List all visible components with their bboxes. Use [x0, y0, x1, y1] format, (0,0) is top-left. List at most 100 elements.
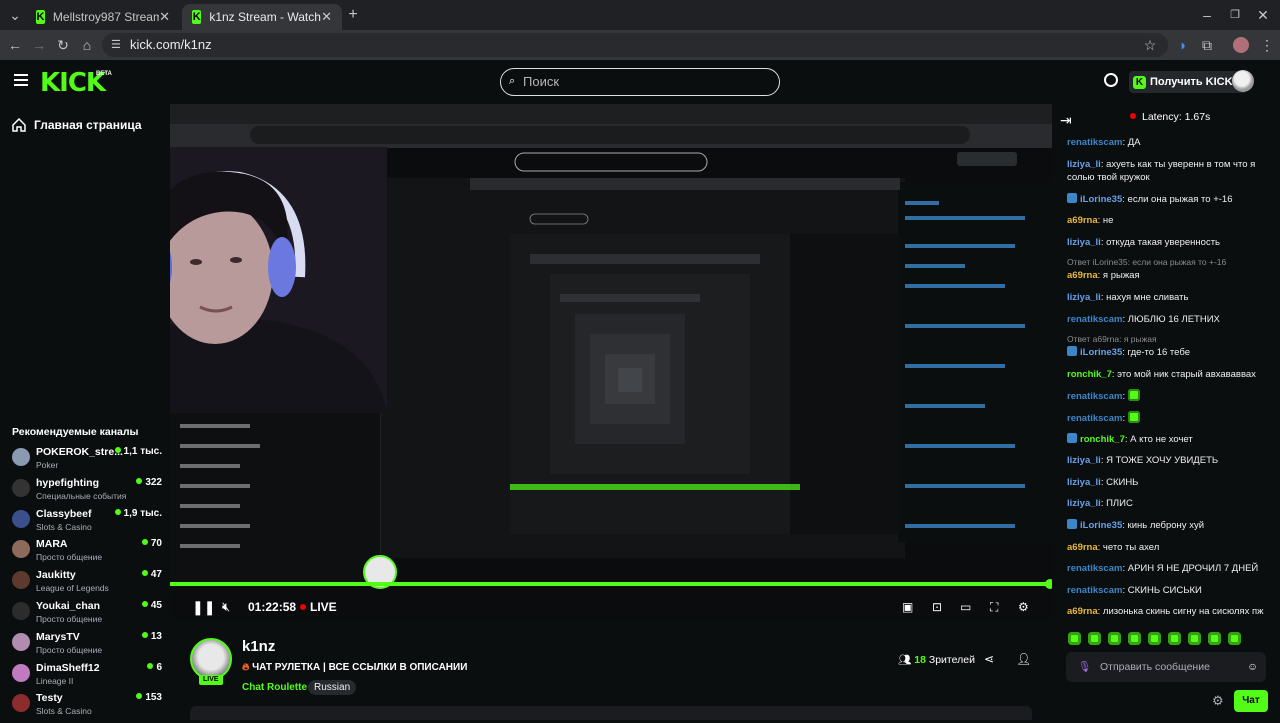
- site-info-icon[interactable]: ☰: [111, 33, 121, 57]
- chat-username[interactable]: ronchik_7: [1080, 434, 1125, 445]
- chat-username[interactable]: liziya_li: [1067, 477, 1101, 488]
- chat-username[interactable]: renatikscam: [1067, 585, 1122, 596]
- reload-icon[interactable]: ↻: [54, 36, 72, 54]
- chat-message[interactable]: a69rna: не: [1067, 214, 1277, 227]
- send-chat-button[interactable]: Чат: [1234, 690, 1268, 712]
- sidebar-channel[interactable]: DimaSheff12 Lineage II 6: [12, 662, 162, 693]
- clip-icon[interactable]: ⊡: [932, 596, 942, 618]
- pause-icon[interactable]: ❚❚: [192, 596, 215, 618]
- chat-username[interactable]: renatikscam: [1067, 413, 1122, 424]
- url-input[interactable]: ☰ kick.com/k1nz: [102, 33, 1168, 57]
- sidebar-channel[interactable]: Classybeef Slots & Casino 1,9 тыс.: [12, 508, 162, 539]
- sidebar-item-home[interactable]: Главная страница: [12, 118, 142, 132]
- sidebar-channel[interactable]: Jaukitty League of Legends 47: [12, 569, 162, 600]
- extensions-puzzle-icon[interactable]: ⧉: [1198, 36, 1216, 54]
- chat-input[interactable]: 🎙︎ Отправить сообщение ☺: [1066, 652, 1266, 682]
- stream-tag[interactable]: Russian: [308, 680, 357, 695]
- menu-dots-icon[interactable]: ⋮: [1258, 36, 1276, 54]
- chat-username[interactable]: iLorine35: [1080, 347, 1122, 358]
- close-tab-icon[interactable]: ✕: [321, 9, 332, 25]
- profile-icon[interactable]: [1232, 36, 1250, 54]
- sidebar-channel[interactable]: MarysTV Просто общение 13: [12, 631, 162, 662]
- forward-icon[interactable]: →: [30, 36, 48, 54]
- chat-message[interactable]: liziya_li: Я ТОЖЕ ХОЧУ УВИДЕТЬ: [1067, 454, 1277, 467]
- extension-icon[interactable]: ◗: [1174, 36, 1192, 54]
- settings-gear-icon[interactable]: ⚙: [1018, 596, 1029, 618]
- chat-message[interactable]: renatikscam: ДА: [1067, 136, 1277, 149]
- emote-icon[interactable]: [1168, 632, 1181, 645]
- sidebar-channel[interactable]: POKEROK_stre... Poker 1,1 тыс.: [12, 446, 162, 477]
- chat-message[interactable]: renatikscam:: [1067, 411, 1277, 425]
- chat-username[interactable]: a69rna: [1067, 542, 1098, 553]
- streamer-name[interactable]: k1nz: [242, 638, 275, 655]
- close-window-icon[interactable]: ✕: [1254, 6, 1272, 24]
- chat-username[interactable]: liziya_li: [1067, 498, 1101, 509]
- notifications-icon[interactable]: [1104, 73, 1118, 87]
- browser-tab-2[interactable]: K k1nz Stream - Watch Live on Ki ✕: [182, 4, 342, 30]
- sidebar-channel[interactable]: Youkai_chan Просто общение 45: [12, 600, 162, 631]
- emote-icon[interactable]: [1228, 632, 1241, 645]
- theater-mode-icon[interactable]: ▭: [960, 596, 971, 618]
- chat-message[interactable]: renatikscam: АРИН Я НЕ ДРОЧИЛ 7 ДНЕЙ: [1067, 562, 1277, 575]
- home-icon[interactable]: ⌂: [78, 36, 96, 54]
- chat-message[interactable]: liziya_li: ахуеть как ты уверенн в том ч…: [1067, 158, 1277, 184]
- chat-username[interactable]: a69rna: [1067, 215, 1098, 226]
- stream-category[interactable]: Chat Roulette: [242, 682, 307, 693]
- chat-message[interactable]: liziya_li: нахуя мне сливать: [1067, 291, 1277, 304]
- browser-tab-1[interactable]: K Mellstroy987 Stream - Watch Li ✕: [26, 4, 180, 30]
- fullscreen-icon[interactable]: ⛶: [990, 596, 998, 618]
- chat-username[interactable]: liziya_li: [1067, 237, 1101, 248]
- chat-message[interactable]: ronchik_7: это мой ник старый авхававвах: [1067, 368, 1277, 381]
- close-tab-icon[interactable]: ✕: [159, 9, 170, 25]
- sidebar-channel[interactable]: MARA Просто общение 70: [12, 538, 162, 569]
- emote-icon[interactable]: [1148, 632, 1161, 645]
- chat-message[interactable]: a69rna: лизонька скинь сигну на сисюлях …: [1067, 605, 1277, 618]
- chat-username[interactable]: liziya_li: [1067, 292, 1101, 303]
- sidebar-channel[interactable]: Testy Slots & Casino 153: [12, 692, 162, 723]
- mute-icon[interactable]: 🔇︎: [222, 596, 230, 618]
- chat-message[interactable]: renatikscam: ЛЮБЛЮ 16 ЛЕТНИХ: [1067, 313, 1277, 326]
- chat-settings-icon[interactable]: ⚙: [1212, 693, 1224, 709]
- chat-username[interactable]: renatikscam: [1067, 314, 1122, 325]
- chat-message[interactable]: liziya_li: ПЛИС: [1067, 497, 1277, 510]
- streamer-avatar[interactable]: [190, 638, 232, 680]
- chat-username[interactable]: liziya_li: [1067, 455, 1101, 466]
- emote-icon[interactable]: [1188, 632, 1201, 645]
- chat-message[interactable]: ronchik_7: А кто не хочет: [1067, 432, 1277, 446]
- emote-icon[interactable]: [1088, 632, 1101, 645]
- chat-username[interactable]: a69rna: [1067, 606, 1098, 617]
- search-input[interactable]: ⌕ Поиск: [500, 68, 780, 96]
- chat-message[interactable]: liziya_li: откуда такая уверенность: [1067, 236, 1277, 249]
- emoji-icon[interactable]: ☺: [1247, 652, 1258, 682]
- chat-username[interactable]: renatikscam: [1067, 137, 1122, 148]
- pip-icon[interactable]: ▣: [902, 596, 913, 618]
- sidebar-channel[interactable]: hypefighting Специальные события 322: [12, 477, 162, 508]
- plus-icon[interactable]: +: [344, 6, 362, 24]
- emote-icon[interactable]: [1108, 632, 1121, 645]
- chat-message[interactable]: iLorine35: где-то 16 тебе: [1067, 346, 1277, 359]
- chat-username[interactable]: liziya_li: [1067, 159, 1101, 170]
- chat-message[interactable]: a69rna: я рыжая: [1067, 269, 1277, 282]
- share-icon[interactable]: ⋖: [984, 652, 994, 666]
- emote-icon[interactable]: [1208, 632, 1221, 645]
- chat-username[interactable]: iLorine35: [1080, 520, 1122, 531]
- bookmark-star-icon[interactable]: ☆: [1141, 36, 1159, 54]
- back-icon[interactable]: ←: [6, 36, 24, 54]
- get-kicks-button[interactable]: K Получить KICKs: [1129, 71, 1247, 93]
- chat-message[interactable]: iLorine35: если она рыжая то +-16: [1067, 192, 1277, 206]
- user-avatar[interactable]: [1232, 70, 1254, 92]
- maximize-icon[interactable]: ❐: [1226, 6, 1244, 24]
- video-progress-bar[interactable]: [170, 582, 1052, 586]
- hamburger-menu-icon[interactable]: [14, 74, 28, 86]
- collapse-chat-icon[interactable]: ⇥: [1060, 112, 1076, 128]
- tab-search-icon[interactable]: ⌄: [6, 6, 24, 24]
- follow-icon[interactable]: 👤︎: [1016, 652, 1031, 666]
- chat-username[interactable]: ronchik_7: [1067, 369, 1112, 380]
- chat-message[interactable]: a69rna: чето ты ахел: [1067, 541, 1277, 554]
- chat-message[interactable]: liziya_li: СКИНЬ: [1067, 476, 1277, 489]
- emote-icon[interactable]: [1128, 632, 1141, 645]
- emote-icon[interactable]: [1068, 632, 1081, 645]
- chat-username[interactable]: iLorine35: [1080, 194, 1122, 205]
- chat-message[interactable]: renatikscam: СКИНЬ СИСЬКИ: [1067, 584, 1277, 597]
- microphone-icon[interactable]: 🎙︎: [1078, 652, 1091, 682]
